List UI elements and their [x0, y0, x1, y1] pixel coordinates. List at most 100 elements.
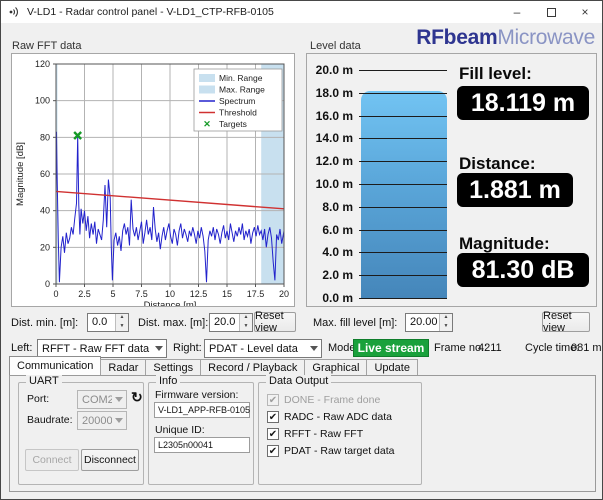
- baudrate-label: Baudrate:: [27, 414, 73, 426]
- dist-max-value[interactable]: 20.0: [210, 314, 239, 331]
- dist-min-spinner[interactable]: 0.0 ▲ ▼: [87, 313, 129, 332]
- svg-text:120: 120: [35, 59, 50, 69]
- minimize-button[interactable]: –: [500, 1, 534, 23]
- tab-page-communication: UART Port: COM23 ↻ Baudrate: 2000000 Con…: [9, 375, 596, 492]
- scale-tick-line: [359, 92, 447, 94]
- data-output-option: ✔ DONE - Frame done: [267, 392, 380, 407]
- spinner-down-icon[interactable]: ▼: [116, 322, 128, 331]
- readout-label: Distance:: [459, 154, 536, 173]
- spinner-up-icon[interactable]: ▲: [116, 314, 128, 323]
- app-icon: [9, 7, 18, 17]
- tab-settings[interactable]: Settings: [145, 359, 202, 375]
- svg-text:Max. Range: Max. Range: [219, 85, 265, 95]
- baudrate-value: 2000000: [82, 414, 112, 427]
- spinner-up-icon[interactable]: ▲: [240, 314, 252, 323]
- data-output-option: ✔ PDAT - Raw target data: [267, 443, 395, 458]
- right-view-value: PDAT - Level data: [209, 342, 298, 355]
- tab-graphical[interactable]: Graphical: [304, 359, 368, 375]
- scale-label: 0.0 m: [322, 291, 353, 305]
- scale-tick-line: [359, 138, 447, 140]
- scale-label: 10.0 m: [315, 177, 353, 191]
- chevron-down-icon: [112, 397, 126, 402]
- scale-tick-line: [359, 206, 447, 208]
- level-panel: 20.0 m 18.0 m 16.0 m 14.0 m 12.0 m 10.0 m 8.0 …: [306, 53, 597, 307]
- checkbox-checked-icon[interactable]: ✔: [267, 410, 279, 423]
- fft-chart[interactable]: 0 2.5 5 7.5 10 12.5 15 17.5 20 0 20 40 60 80 100 120 Dis…: [11, 53, 295, 311]
- app-window: V-LD1 - Radar control panel - V-LD1_CTP-…: [0, 0, 603, 500]
- scale-label: 6.0 m: [322, 222, 353, 237]
- data-output-option: ✔ RADC - Raw ADC data: [267, 409, 392, 424]
- svg-text:0: 0: [53, 289, 58, 299]
- scale-label: 20.0 m: [315, 63, 353, 77]
- dist-min-value[interactable]: 0.0: [88, 314, 115, 331]
- scale-label: 4.0 m: [322, 245, 353, 260]
- svg-text:Spectrum: Spectrum: [219, 96, 255, 106]
- firmware-value-field[interactable]: V-LD1_APP-RFB-0105: [154, 402, 250, 418]
- maximize-button[interactable]: [534, 1, 568, 23]
- readout-value: 18.119 m: [457, 86, 589, 120]
- checkbox-checked-icon[interactable]: ✔: [267, 444, 279, 457]
- svg-text:15: 15: [222, 289, 232, 299]
- connect-button[interactable]: Connect: [25, 449, 79, 471]
- scale-tick-line: [359, 70, 447, 71]
- right-combo-label: Right:: [173, 342, 202, 354]
- port-value: COM23: [82, 393, 112, 406]
- tab-strip: Communication Radar Settings Record / Playb…: [9, 356, 418, 375]
- scale-label: 2.0 m: [322, 268, 353, 283]
- spinner-up-icon[interactable]: ▲: [440, 314, 452, 323]
- baudrate-select[interactable]: 2000000: [77, 411, 127, 430]
- right-view-select[interactable]: PDAT - Level data: [204, 339, 322, 358]
- svg-text:60: 60: [40, 169, 50, 179]
- tab-radar[interactable]: Radar: [100, 359, 147, 375]
- tab-update[interactable]: Update: [366, 359, 418, 375]
- svg-text:✕: ✕: [203, 119, 211, 129]
- fft-chart-svg[interactable]: 0 2.5 5 7.5 10 12.5 15 17.5 20 0 20 40 60 80 100 120 Dis…: [12, 54, 294, 311]
- data-output-group: Data Output ✔ DONE - Frame done ✔ RADC - Ra…: [258, 375, 422, 485]
- left-combo-label: Left:: [11, 342, 33, 354]
- uart-group-label: UART: [26, 375, 62, 387]
- level-bar: [361, 91, 447, 298]
- checkbox-label: PDAT - Raw target data: [284, 444, 395, 457]
- window-title: V-LD1 - Radar control panel - V-LD1_CTP-…: [27, 6, 274, 18]
- frame-no-value: 4211: [478, 342, 502, 354]
- tab-communication[interactable]: Communication: [9, 356, 102, 375]
- max-fill-label: Max. fill level [m]:: [313, 317, 398, 329]
- left-view-value: RFFT - Raw FFT data: [42, 342, 150, 355]
- max-fill-value[interactable]: 20.00: [406, 314, 439, 331]
- minimize-icon: –: [513, 5, 521, 19]
- dist-max-spinner[interactable]: 20.0 ▲ ▼: [209, 313, 253, 332]
- level-scale: 20.0 m 18.0 m 16.0 m 14.0 m 12.0 m 10.0 m 8.0 …: [307, 54, 457, 306]
- spinner-down-icon[interactable]: ▼: [440, 322, 452, 331]
- svg-text:80: 80: [40, 132, 50, 142]
- svg-text:40: 40: [40, 206, 50, 216]
- chevron-down-icon: [307, 346, 321, 351]
- scale-label: 18.0 m: [315, 85, 353, 100]
- svg-text:10: 10: [165, 289, 175, 299]
- refresh-ports-icon[interactable]: ↻: [131, 390, 143, 404]
- tab-record-playback[interactable]: Record / Playback: [200, 359, 306, 375]
- scale-tick-line: [359, 252, 447, 254]
- chevron-down-icon: [152, 346, 166, 351]
- close-icon: ×: [581, 5, 589, 19]
- max-fill-spinner[interactable]: 20.00 ▲ ▼: [405, 313, 453, 332]
- spinner-down-icon[interactable]: ▼: [240, 322, 252, 331]
- scale-tick-line: [359, 229, 447, 231]
- port-select[interactable]: COM23: [77, 390, 127, 409]
- level-reset-view-button[interactable]: Reset view: [542, 310, 590, 334]
- checkbox-checked-icon[interactable]: ✔: [267, 427, 279, 440]
- readout-label: Magnitude:: [459, 234, 550, 253]
- checkbox-checked-icon: ✔: [267, 393, 279, 406]
- fft-reset-view-button[interactable]: Reset view: [254, 310, 296, 334]
- scale-label: 12.0 m: [315, 154, 353, 169]
- disconnect-button[interactable]: Disconnect: [81, 449, 139, 471]
- readout-value: 81.30 dB: [457, 253, 589, 287]
- svg-text:Distance [m]: Distance [m]: [144, 300, 197, 306]
- svg-text:20: 20: [279, 289, 289, 299]
- readout-value: 1.881 m: [457, 173, 573, 207]
- close-button[interactable]: ×: [568, 1, 602, 23]
- chevron-down-icon: [112, 418, 126, 423]
- svg-text:5: 5: [110, 289, 115, 299]
- mode-status-badge: Live stream: [353, 339, 429, 357]
- svg-text:20: 20: [40, 242, 50, 252]
- unique-id-field[interactable]: L2305n00041: [154, 437, 250, 453]
